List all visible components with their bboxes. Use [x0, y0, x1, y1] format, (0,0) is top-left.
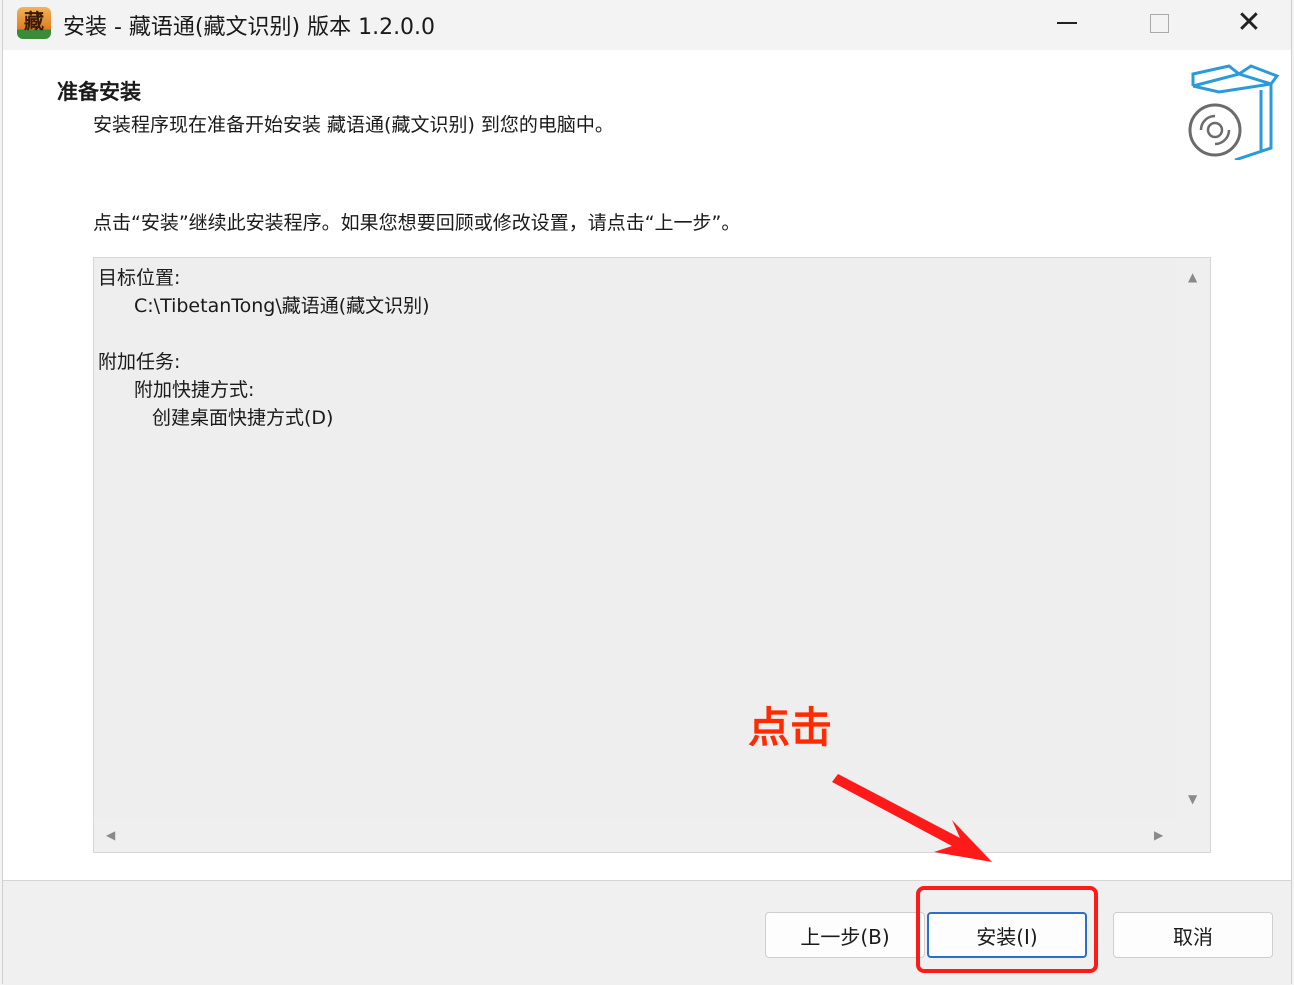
- close-button[interactable]: ✕: [1203, 0, 1294, 46]
- annotation-label: 点击: [748, 703, 833, 752]
- wizard-header: 准备安装 安装程序现在准备开始安装 藏语通(藏文识别) 到您的电脑中。: [3, 50, 1291, 180]
- annotation-arrow-icon: [832, 774, 992, 862]
- scroll-left-icon[interactable]: ◀: [106, 828, 115, 842]
- setup-box-disc-icon: [1188, 64, 1280, 160]
- app-logo-icon: 藏: [17, 7, 51, 39]
- memo-text: 目标位置: C:\TibetanTong\藏语通(藏文识别) 附加任务: 附加快…: [98, 264, 430, 432]
- memo-blank-line: [98, 320, 430, 348]
- minimize-button[interactable]: [1021, 0, 1113, 46]
- annotation-highlight-box: [916, 886, 1098, 973]
- memo-tasks-label: 附加任务:: [98, 351, 181, 373]
- scroll-up-icon[interactable]: ▲: [1188, 270, 1197, 284]
- back-button[interactable]: 上一步(B): [765, 912, 925, 958]
- horizontal-scrollbar[interactable]: ◀ ▶: [94, 818, 1178, 852]
- page-title: 准备安装: [57, 80, 141, 104]
- scrollbar-corner: [1176, 818, 1210, 852]
- memo-dest-label: 目标位置:: [98, 267, 181, 289]
- maximize-button[interactable]: [1113, 0, 1205, 46]
- close-icon: ✕: [1236, 5, 1262, 40]
- maximize-icon: [1149, 13, 1169, 33]
- page-subtitle: 安装程序现在准备开始安装 藏语通(藏文识别) 到您的电脑中。: [93, 114, 614, 136]
- vertical-scrollbar[interactable]: ▲ ▼: [1176, 258, 1210, 820]
- minimize-icon: [1057, 22, 1077, 24]
- memo-desktop-shortcut: 创建桌面快捷方式(D): [152, 407, 334, 429]
- wizard-content: 点击“安装”继续此安装程序。如果您想要回顾或修改设置，请点击“上一步”。 目标位…: [3, 180, 1291, 880]
- memo-dest-path: C:\TibetanTong\藏语通(藏文识别): [134, 295, 430, 317]
- memo-shortcuts-label: 附加快捷方式:: [134, 379, 255, 401]
- cancel-button[interactable]: 取消: [1113, 912, 1273, 958]
- window-title: 安装 - 藏语通(藏文识别) 版本 1.2.0.0: [63, 15, 436, 40]
- instruction-text: 点击“安装”继续此安装程序。如果您想要回顾或修改设置，请点击“上一步”。: [93, 212, 741, 234]
- title-bar[interactable]: 藏 安装 - 藏语通(藏文识别) 版本 1.2.0.0 ✕: [3, 0, 1291, 50]
- ready-memo[interactable]: 目标位置: C:\TibetanTong\藏语通(藏文识别) 附加任务: 附加快…: [93, 257, 1211, 853]
- installer-window: 藏 安装 - 藏语通(藏文识别) 版本 1.2.0.0 ✕ 准备安装 安装程序现…: [2, 0, 1292, 985]
- scroll-right-icon[interactable]: ▶: [1154, 828, 1163, 842]
- scroll-down-icon[interactable]: ▼: [1188, 792, 1197, 806]
